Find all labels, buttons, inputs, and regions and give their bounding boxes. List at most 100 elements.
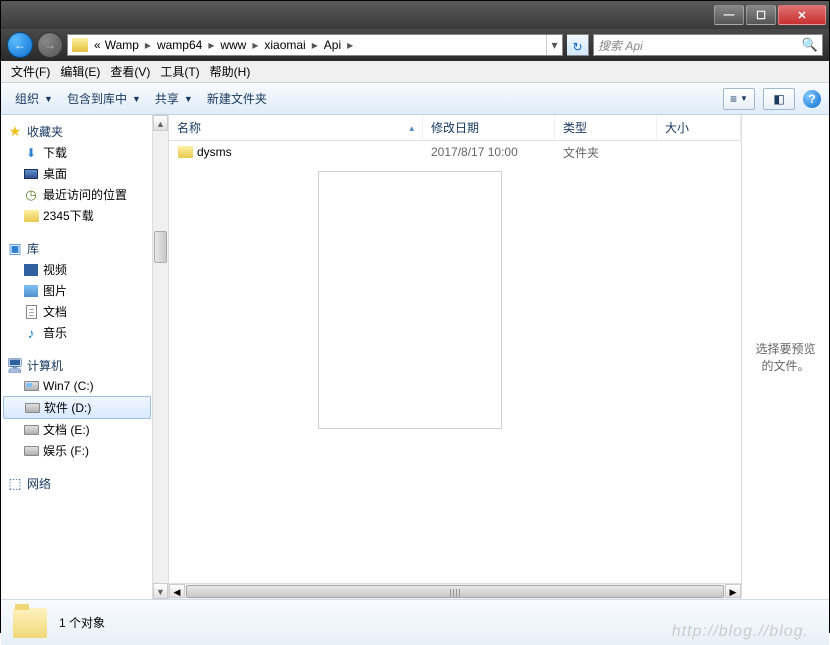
scrollbar-thumb[interactable] xyxy=(154,231,167,263)
network-icon: ⬚ xyxy=(7,476,23,492)
preview-placeholder: 选择要预览的文件。 xyxy=(750,340,821,374)
sidebar-item-music[interactable]: ♪音乐 xyxy=(1,322,153,343)
file-row[interactable]: dysms 2017/8/17 10:00 文件夹 xyxy=(169,141,741,163)
refresh-icon: ↻ xyxy=(572,40,582,54)
minimize-icon: — xyxy=(724,9,735,21)
sidebar-item-drive-d[interactable]: 软件 (D:) xyxy=(3,396,151,419)
breadcrumb[interactable]: www xyxy=(218,38,248,52)
breadcrumb[interactable]: xiaomai xyxy=(262,38,307,52)
chevron-down-icon: ▼ xyxy=(132,94,141,104)
navigation-pane: ★收藏夹 ⬇下载 桌面 ◷最近访问的位置 2345下载 ▣库 视频 图片 文档 … xyxy=(1,115,169,599)
document-icon xyxy=(23,304,39,320)
nav-back-button[interactable]: ← xyxy=(7,32,33,58)
title-bar: — ☐ ✕ xyxy=(1,1,829,29)
menu-tools[interactable]: 工具(T) xyxy=(156,61,203,82)
column-size[interactable]: 大小 xyxy=(657,115,741,140)
sidebar-group-computer[interactable]: 🖥计算机 xyxy=(1,355,153,376)
video-icon xyxy=(23,262,39,278)
file-type: 文件夹 xyxy=(555,144,657,161)
file-list[interactable]: dysms 2017/8/17 10:00 文件夹 xyxy=(169,141,741,583)
scroll-right-icon[interactable]: ▶ xyxy=(725,584,741,598)
sidebar-group-libraries[interactable]: ▣库 xyxy=(1,238,153,259)
library-icon: ▣ xyxy=(7,241,23,257)
sidebar-item-documents[interactable]: 文档 xyxy=(1,301,153,322)
sidebar-item-downloads[interactable]: ⬇下载 xyxy=(1,142,153,163)
address-bar: ← → « Wamp▸ wamp64▸ www▸ xiaomai▸ Api▸ ▾… xyxy=(1,29,829,61)
menu-edit[interactable]: 编辑(E) xyxy=(56,61,104,82)
column-name[interactable]: 名称▴ xyxy=(169,115,423,140)
sidebar-item-desktop[interactable]: 桌面 xyxy=(1,163,153,184)
scroll-left-icon[interactable]: ◀ xyxy=(169,584,185,598)
chevron-right-icon[interactable]: ▸ xyxy=(248,38,262,52)
view-list-icon: ≡ xyxy=(730,92,737,106)
download-icon: ⬇ xyxy=(23,145,39,161)
drive-icon xyxy=(23,422,39,438)
chevron-right-icon[interactable]: ▸ xyxy=(141,38,155,52)
sidebar-scrollbar[interactable]: ▲ ▼ xyxy=(152,115,168,599)
breadcrumb[interactable]: wamp64 xyxy=(155,38,204,52)
sidebar-item-drive-c[interactable]: Win7 (C:) xyxy=(1,376,153,396)
view-mode-button[interactable]: ≡▼ xyxy=(723,88,755,110)
breadcrumb-prefix: « xyxy=(92,38,103,52)
address-path[interactable]: « Wamp▸ wamp64▸ www▸ xiaomai▸ Api▸ ▾ xyxy=(67,34,563,56)
sidebar-item-drive-f[interactable]: 娱乐 (F:) xyxy=(1,440,153,461)
sidebar-group-network[interactable]: ⬚网络 xyxy=(1,473,153,494)
share-button[interactable]: 共享▼ xyxy=(149,87,199,110)
chevron-right-icon[interactable]: ▸ xyxy=(308,38,322,52)
sidebar-item-drive-e[interactable]: 文档 (E:) xyxy=(1,419,153,440)
minimize-button[interactable]: — xyxy=(714,5,744,25)
scroll-down-icon[interactable]: ▼ xyxy=(153,583,168,599)
pane-icon: ◧ xyxy=(773,92,784,106)
star-icon: ★ xyxy=(7,124,23,140)
scrollbar-thumb[interactable] xyxy=(186,585,724,598)
chevron-right-icon[interactable]: ▸ xyxy=(343,38,357,52)
column-headers: 名称▴ 修改日期 类型 大小 xyxy=(169,115,741,141)
new-folder-button[interactable]: 新建文件夹 xyxy=(201,87,273,110)
close-button[interactable]: ✕ xyxy=(778,5,826,25)
refresh-button[interactable]: ↻ xyxy=(567,34,589,56)
sidebar-item-pictures[interactable]: 图片 xyxy=(1,280,153,301)
file-date: 2017/8/17 10:00 xyxy=(423,145,555,159)
file-name: dysms xyxy=(197,145,232,159)
breadcrumb[interactable]: Api xyxy=(322,38,343,52)
help-button[interactable]: ? xyxy=(803,90,821,108)
sidebar-group-favorites[interactable]: ★收藏夹 xyxy=(1,121,153,142)
search-placeholder: 搜索 Api xyxy=(598,37,802,54)
address-history-dropdown[interactable]: ▾ xyxy=(546,35,562,55)
menu-view[interactable]: 查看(V) xyxy=(106,61,154,82)
sidebar-item-videos[interactable]: 视频 xyxy=(1,259,153,280)
search-input[interactable]: 搜索 Api 🔍 xyxy=(593,34,823,56)
explorer-body: ★收藏夹 ⬇下载 桌面 ◷最近访问的位置 2345下载 ▣库 视频 图片 文档 … xyxy=(1,115,829,599)
preview-pane-button[interactable]: ◧ xyxy=(763,88,795,110)
toolbar: 组织▼ 包含到库中▼ 共享▼ 新建文件夹 ≡▼ ◧ ? xyxy=(1,83,829,115)
preview-pane: 选择要预览的文件。 xyxy=(741,115,829,599)
arrow-left-icon: ← xyxy=(14,38,26,52)
horizontal-scrollbar[interactable]: ◀ ▶ xyxy=(169,583,741,599)
desktop-icon xyxy=(23,166,39,182)
folder-icon xyxy=(13,608,47,638)
nav-forward-button[interactable]: → xyxy=(37,32,63,58)
column-type[interactable]: 类型 xyxy=(555,115,657,140)
status-text: 1 个对象 xyxy=(59,614,105,631)
explorer-window: — ☐ ✕ ← → « Wamp▸ wamp64▸ www▸ xiaomai▸ … xyxy=(0,0,830,633)
maximize-icon: ☐ xyxy=(756,9,766,22)
chevron-down-icon: ▼ xyxy=(740,94,748,103)
chevron-down-icon: ▼ xyxy=(184,94,193,104)
menu-bar: 文件(F) 编辑(E) 查看(V) 工具(T) 帮助(H) xyxy=(1,61,829,83)
watermark: http://blog.//blog. xyxy=(672,623,809,641)
folder-icon xyxy=(23,208,39,224)
sidebar-item-2345[interactable]: 2345下载 xyxy=(1,205,153,226)
breadcrumb[interactable]: Wamp xyxy=(103,38,141,52)
sidebar-item-recent[interactable]: ◷最近访问的位置 xyxy=(1,184,153,205)
scroll-up-icon[interactable]: ▲ xyxy=(153,115,168,131)
menu-file[interactable]: 文件(F) xyxy=(7,61,54,82)
chevron-right-icon[interactable]: ▸ xyxy=(204,38,218,52)
folder-icon xyxy=(72,38,88,52)
column-date[interactable]: 修改日期 xyxy=(423,115,555,140)
maximize-button[interactable]: ☐ xyxy=(746,5,776,25)
menu-help[interactable]: 帮助(H) xyxy=(206,61,255,82)
music-icon: ♪ xyxy=(23,325,39,341)
drive-icon xyxy=(24,400,40,416)
organize-button[interactable]: 组织▼ xyxy=(9,87,59,110)
include-library-button[interactable]: 包含到库中▼ xyxy=(61,87,147,110)
